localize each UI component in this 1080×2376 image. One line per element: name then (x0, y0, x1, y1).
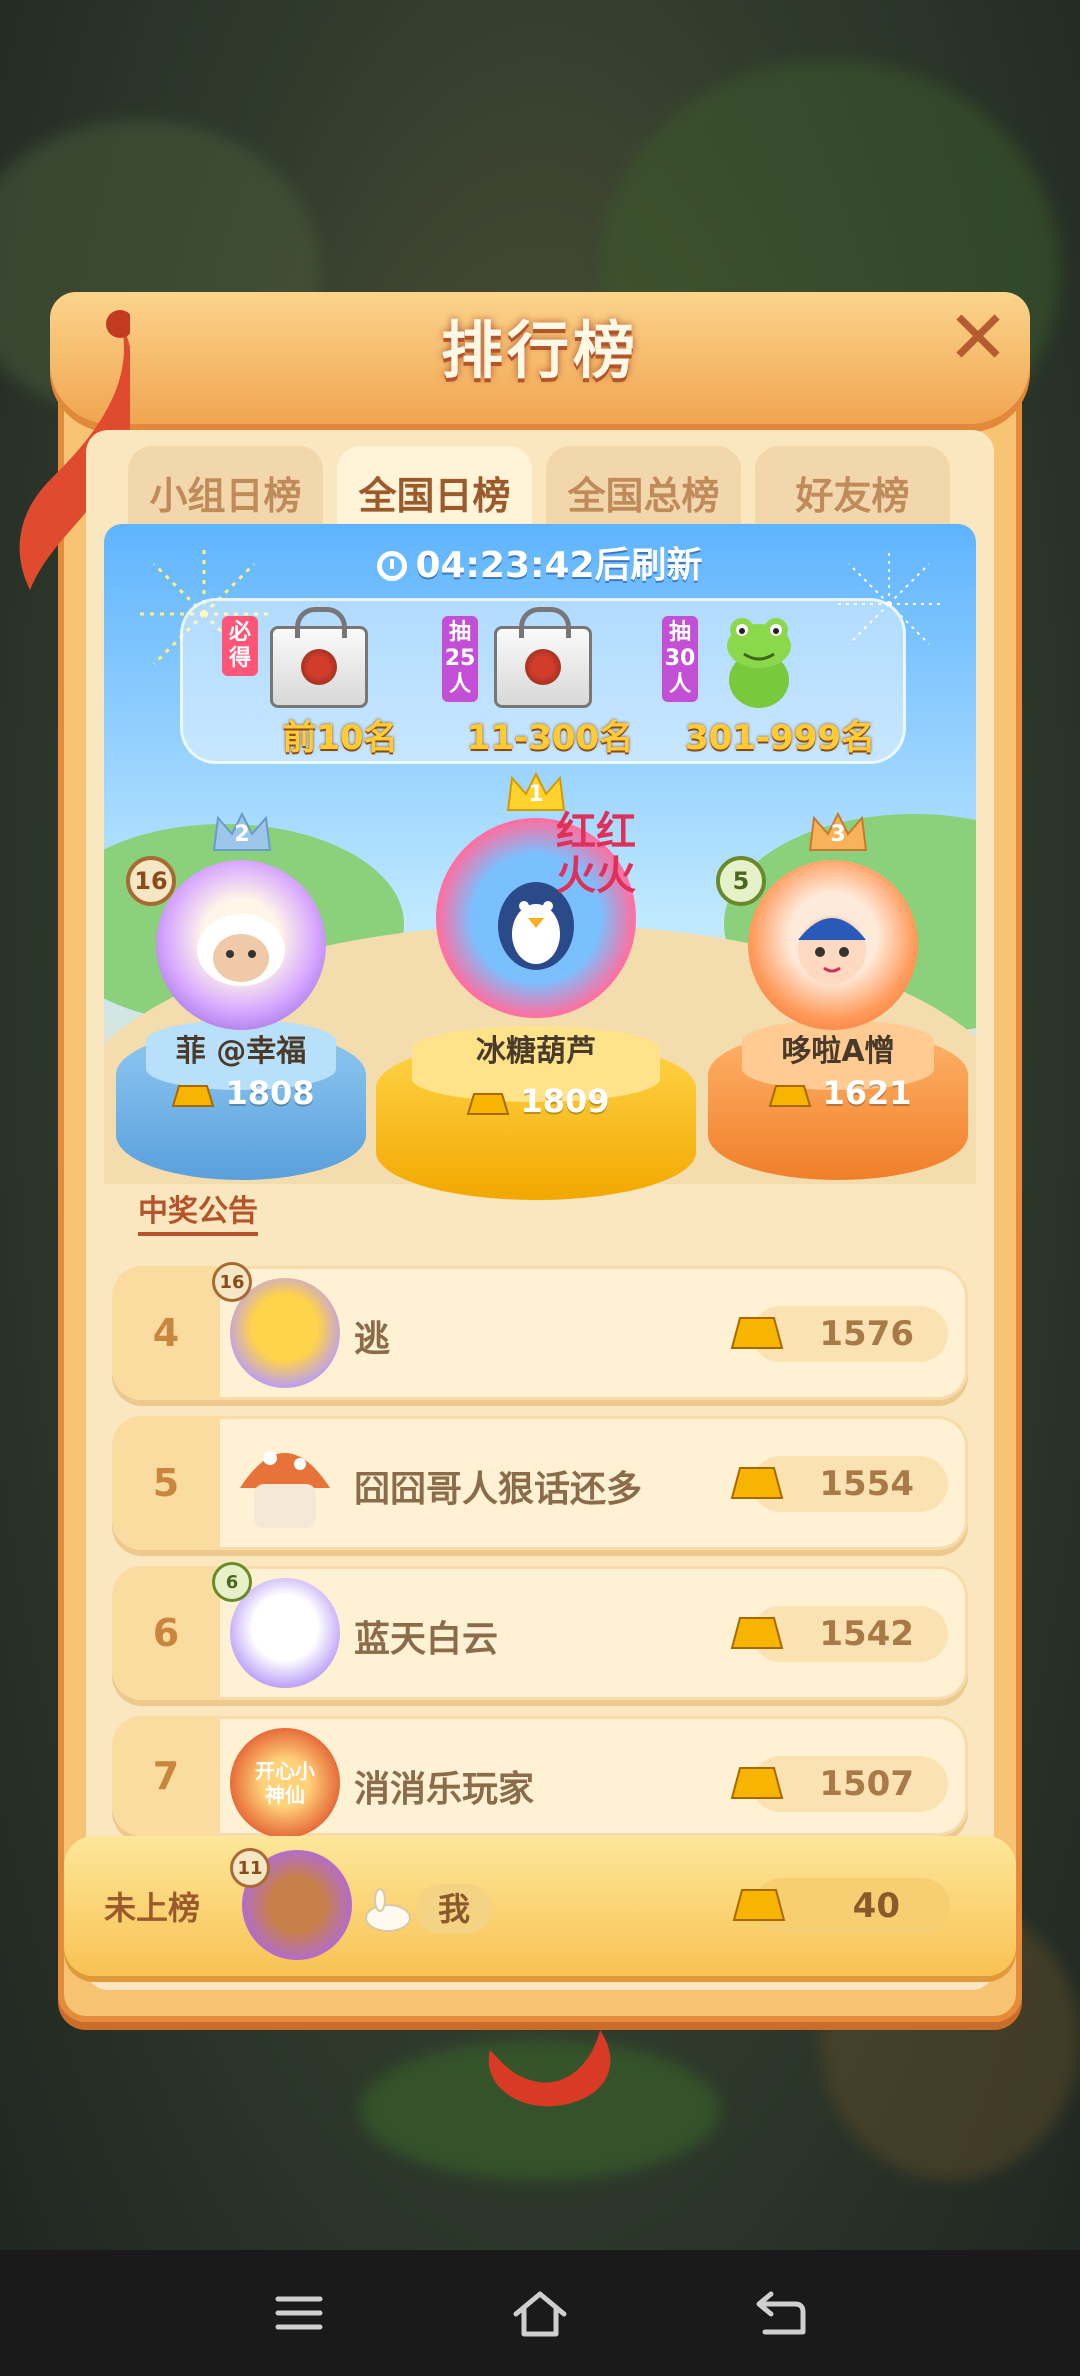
rank-number: 5 (112, 1416, 220, 1550)
reward-tag: 抽25人 (442, 616, 478, 702)
rank-number: 7 (112, 1716, 220, 1836)
menu-button[interactable] (264, 2278, 334, 2348)
clock-icon (377, 551, 408, 581)
rank-number: 3 (830, 822, 846, 847)
opera-girl-avatar-icon (798, 916, 866, 984)
avatar-frame-text: 开心小神仙 (255, 1759, 315, 1807)
list-item[interactable]: 5 囧囧哥人狠话还多 1554 (112, 1416, 968, 1550)
frog-plush-icon (727, 618, 791, 708)
player-name: 菲 @幸福 (175, 1034, 307, 1069)
player-name: 冰糖葫芦 (476, 1034, 596, 1069)
gold-bar-icon (730, 1317, 784, 1349)
score-value: 1808 (225, 1074, 315, 1112)
player-name: 蓝天白云 (354, 1619, 499, 1660)
home-button[interactable] (505, 2278, 575, 2348)
gold-bar-icon (730, 1467, 784, 1499)
reward-tag: 抽30人 (662, 616, 698, 702)
reward-tier-3[interactable]: 抽30人 301-999名 (650, 598, 890, 758)
rank-number: 1 (528, 782, 544, 807)
my-rank-row[interactable]: 未上榜 11 我 40 (64, 1836, 1016, 1976)
avatar-frame-text: 红红火火 (556, 809, 636, 899)
gold-bar-icon (769, 1085, 812, 1107)
countdown-suffix: 后刷新 (594, 545, 703, 586)
reward-range: 301-999名 (684, 718, 876, 758)
list-item[interactable]: 6 6 蓝天白云 1542 (112, 1562, 968, 1700)
gold-bar-icon (467, 1093, 510, 1115)
gold-bar-icon (172, 1085, 215, 1107)
menu-icon[interactable] (274, 2293, 324, 2333)
player-score: 1808 (116, 1074, 366, 1112)
my-rank-status: 未上榜 (103, 1889, 200, 1927)
system-navigation-bar (0, 2250, 1080, 2376)
score-value: 1621 (822, 1074, 912, 1112)
player-avatar: 开心小神仙 (230, 1728, 340, 1838)
rank-number: 2 (234, 822, 250, 847)
level-badge: 16 (212, 1262, 252, 1302)
level-badge: 16 (126, 856, 176, 906)
player-name: 囧囧哥人狠话还多 (354, 1469, 643, 1510)
player-name: 哆啦A憎 (781, 1034, 895, 1069)
level-badge: 5 (716, 856, 766, 906)
rank-number: 6 (112, 1566, 220, 1700)
winner-announcement-link[interactable]: 中奖公告 (138, 1186, 258, 1236)
ribbon-decoration (488, 2030, 611, 2107)
player-name: 消消乐玩家 (354, 1769, 535, 1810)
home-icon[interactable] (510, 2288, 570, 2338)
mushroom-house-avatar-icon (240, 1451, 330, 1528)
close-icon[interactable]: ✕ (947, 295, 1009, 381)
podium-rank-3[interactable]: 3 5 哆啦A憎 1621 (708, 800, 968, 1190)
level-badge: 11 (230, 1848, 270, 1888)
player-score: 1809 (376, 1082, 696, 1120)
gold-bar-icon (730, 1617, 784, 1649)
reward-range: 前10名 (282, 718, 398, 758)
gold-bar-icon (730, 1767, 784, 1799)
level-badge: 6 (212, 1562, 252, 1602)
podium-rank-1[interactable]: 红红火火 1 冰糖葫芦 1809 (376, 770, 696, 1200)
player-score: 1621 (708, 1074, 968, 1112)
countdown-time: 04:23:42 (415, 545, 595, 586)
refresh-countdown: 04:23:42后刷新 (104, 536, 976, 588)
page-title: 排行榜 (440, 314, 639, 387)
sheep-avatar-icon (197, 914, 285, 986)
close-button[interactable]: ✕ (942, 295, 1014, 381)
back-icon[interactable] (753, 2288, 809, 2338)
rank-number: 4 (112, 1266, 220, 1400)
reward-tier-1[interactable]: 必得 前10名 (210, 598, 450, 758)
rabbit-icon (365, 1888, 411, 1932)
list-item[interactable]: 7 开心小神仙 消消乐玩家 1507 (112, 1716, 968, 1838)
gold-bar-icon (732, 1889, 786, 1921)
gift-bag-icon (494, 607, 592, 708)
score-value: 1809 (520, 1082, 610, 1120)
my-name-badge: 我 (416, 1884, 493, 1934)
gift-bag-icon (270, 607, 368, 708)
player-name: 逃 (354, 1319, 391, 1360)
back-button[interactable] (746, 2278, 816, 2348)
reward-tag: 必得 (222, 616, 258, 676)
podium-rank-2[interactable]: 2 16 菲 @幸福 1808 (116, 800, 366, 1190)
list-item[interactable]: 4 16 逃 1576 (112, 1262, 968, 1400)
